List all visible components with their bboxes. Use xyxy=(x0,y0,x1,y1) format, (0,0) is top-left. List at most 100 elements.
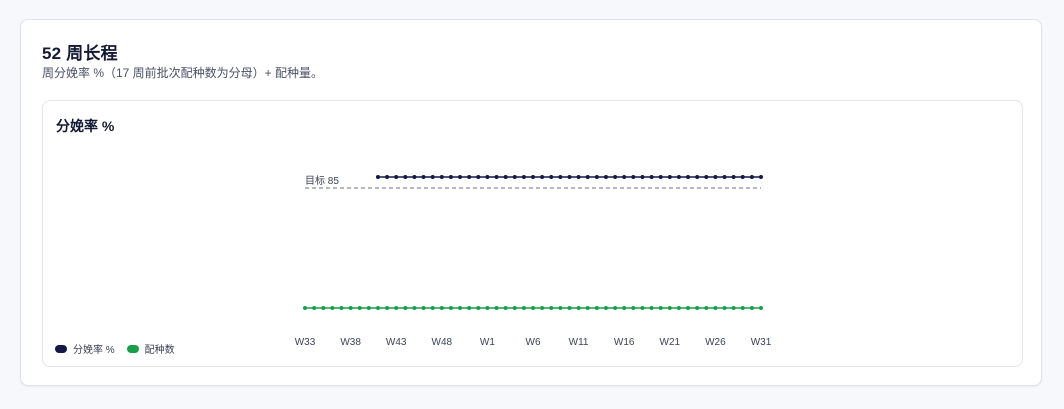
series-0-point-W46 xyxy=(421,175,426,179)
series-0-point-W27 xyxy=(722,175,727,179)
series-0-point-W44 xyxy=(403,175,408,179)
x-tick-label-W31: W31 xyxy=(751,337,772,348)
series-1-point-W39 xyxy=(357,306,362,310)
series-0-point-W1 xyxy=(485,175,490,179)
series-0-point-W42 xyxy=(385,175,390,179)
series-0-point-W23 xyxy=(686,175,691,179)
card-title: 52 周长程 xyxy=(42,44,118,63)
series-0-point-W21 xyxy=(667,175,672,179)
legend-swatch-breedings xyxy=(126,344,139,353)
series-1-point-W14 xyxy=(603,306,608,310)
series-1-point-W50 xyxy=(458,306,463,310)
series-0-point-W16 xyxy=(622,175,627,179)
series-1-point-W38 xyxy=(348,306,353,310)
series-1-point-W36 xyxy=(330,306,335,310)
series-0-point-W50 xyxy=(458,175,463,179)
series-1-point-W1 xyxy=(485,306,490,310)
series-0-point-W30 xyxy=(749,175,754,179)
series-1-point-W30 xyxy=(749,306,754,310)
x-tick-label-W21: W21 xyxy=(660,337,681,348)
series-1-point-W37 xyxy=(339,306,344,310)
series-0-point-W25 xyxy=(704,175,709,179)
x-tick-label-W6: W6 xyxy=(526,337,541,348)
legend-label-breedings: 配种数 xyxy=(144,345,175,356)
series-1-point-W8 xyxy=(549,306,554,310)
series-0-point-W12 xyxy=(585,175,590,179)
legend-item-breedings[interactable]: 配种数 xyxy=(126,341,175,356)
chart-panel: 分娩率 % 目标 85 W33 W38 W43 W48 W1 W6 W11 W16 W21 W26 W… xyxy=(42,100,1023,367)
series-1-point-W23 xyxy=(686,306,691,310)
series-1-point-W41 xyxy=(375,306,380,310)
series-1-point-W3 xyxy=(503,306,508,310)
series-0-point-W11 xyxy=(576,175,581,179)
series-0-point-W51 xyxy=(467,175,472,179)
series-0-point-W31 xyxy=(759,175,763,179)
series-0-point-W47 xyxy=(430,175,435,179)
series-0-point-W45 xyxy=(412,175,417,179)
series-1-point-W21 xyxy=(667,306,672,310)
series-0-point-W49 xyxy=(448,175,453,179)
series-1-point-W16 xyxy=(622,306,627,310)
series-1-point-W34 xyxy=(312,306,317,310)
x-tick-label-W1: W1 xyxy=(480,337,495,348)
x-tick-label-W43: W43 xyxy=(386,337,407,348)
series-1-point-W35 xyxy=(321,306,326,310)
series-1-point-W43 xyxy=(394,306,399,310)
series-0-point-W15 xyxy=(613,175,618,179)
series-0-point-W3 xyxy=(503,175,508,179)
series-0-point-W14 xyxy=(603,175,608,179)
series-0-point-W7 xyxy=(540,175,545,179)
series-1-point-W17 xyxy=(631,306,636,310)
series-1-point-W10 xyxy=(567,306,572,310)
series-1-point-W29 xyxy=(740,306,745,310)
series-0-point-W4 xyxy=(512,175,517,179)
series-0-point-W9 xyxy=(558,175,563,179)
chart-legend: 分娩率 % 配种数 xyxy=(55,341,175,356)
series-0-point-W10 xyxy=(567,175,572,179)
series-0-point-W20 xyxy=(658,175,663,179)
x-tick-label-W38: W38 xyxy=(340,337,361,348)
legend-swatch-farrowing xyxy=(55,344,67,353)
series-0-point-W19 xyxy=(649,175,654,179)
series-1-point-W45 xyxy=(412,306,417,310)
series-1-point-W27 xyxy=(722,306,727,310)
series-1-point-W49 xyxy=(448,306,453,310)
series-1-point-W15 xyxy=(613,306,618,310)
series-0-point-W8 xyxy=(549,175,554,179)
series-0-point-W5 xyxy=(521,175,526,179)
series-1-point-W19 xyxy=(649,306,654,310)
series-0-point-W29 xyxy=(740,175,745,179)
series-1-point-W7 xyxy=(540,306,545,310)
series-1-point-W47 xyxy=(430,306,435,310)
series-0-point-W6 xyxy=(531,175,535,179)
series-0-point-W52 xyxy=(476,175,481,179)
legend-item-farrowing[interactable]: 分娩率 % xyxy=(55,341,115,356)
card-subtitle: 周分娩率 %（17 周前批次配种数为分母）+ 配种量。 xyxy=(42,66,324,80)
long-range-card: 52 周长程 周分娩率 %（17 周前批次配种数为分母）+ 配种量。 分娩率 %… xyxy=(20,19,1042,386)
series-0-point-W41 xyxy=(375,175,380,179)
series-1-point-W42 xyxy=(385,306,390,310)
series-1-point-W31 xyxy=(759,306,763,310)
series-1-point-W52 xyxy=(476,306,481,310)
series-1-point-W20 xyxy=(658,306,663,310)
series-1-point-W4 xyxy=(512,306,517,310)
x-tick-label-W11: W11 xyxy=(569,337,589,348)
series-1-point-W33 xyxy=(303,306,307,310)
series-1-point-W13 xyxy=(594,306,599,310)
series-1-point-W26 xyxy=(713,306,718,310)
series-1-point-W28 xyxy=(731,306,736,310)
series-1-point-W51 xyxy=(467,306,472,310)
series-1-point-W6 xyxy=(531,306,535,310)
series-1-point-W22 xyxy=(676,306,681,310)
series-0-point-W48 xyxy=(439,175,444,179)
series-1-point-W11 xyxy=(576,306,581,310)
series-0-point-W26 xyxy=(713,175,718,179)
series-0-point-W24 xyxy=(695,175,700,179)
series-1-point-W40 xyxy=(366,306,371,310)
series-1-point-W18 xyxy=(640,306,645,310)
x-tick-label-W26: W26 xyxy=(705,337,726,348)
target-reference-label: 目标 85 xyxy=(305,175,339,187)
series-1-point-W12 xyxy=(585,306,590,310)
legend-label-farrowing: 分娩率 % xyxy=(73,345,115,356)
series-0-point-W18 xyxy=(640,175,645,179)
